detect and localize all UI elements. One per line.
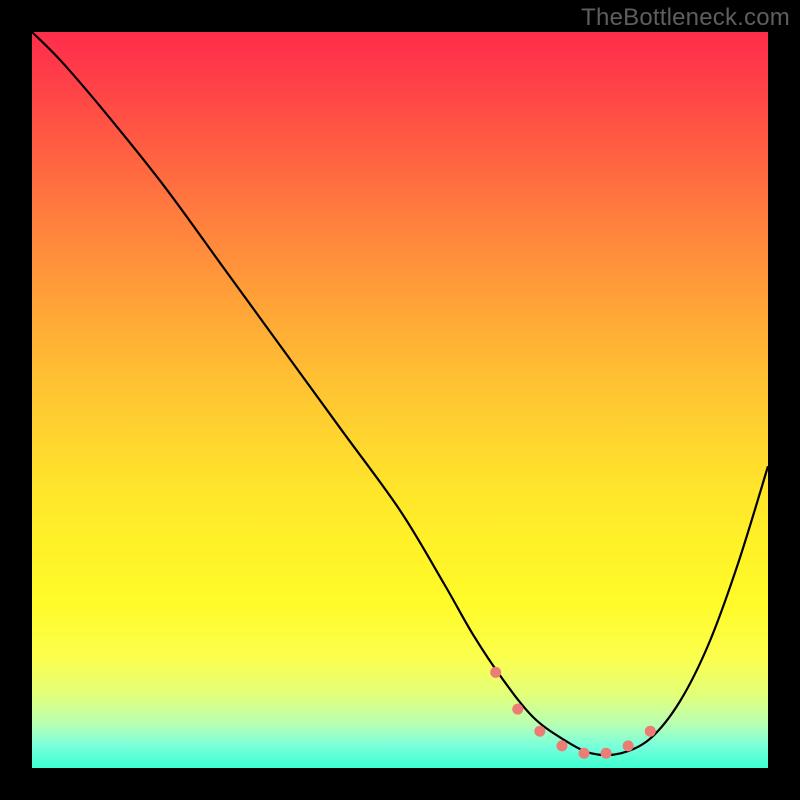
- bottleneck-curve: [32, 32, 768, 755]
- highlight-marker: [512, 704, 523, 715]
- watermark-text: TheBottleneck.com: [581, 4, 790, 32]
- highlight-marker: [534, 726, 545, 737]
- highlight-marker: [601, 748, 612, 759]
- highlight-marker: [556, 740, 567, 751]
- highlight-marker: [623, 740, 634, 751]
- highlight-marker: [645, 726, 656, 737]
- curve-svg: [32, 32, 768, 768]
- plot-area: [32, 32, 768, 768]
- chart-frame: TheBottleneck.com: [0, 0, 800, 800]
- highlight-marker: [579, 748, 590, 759]
- highlight-marker: [490, 667, 501, 678]
